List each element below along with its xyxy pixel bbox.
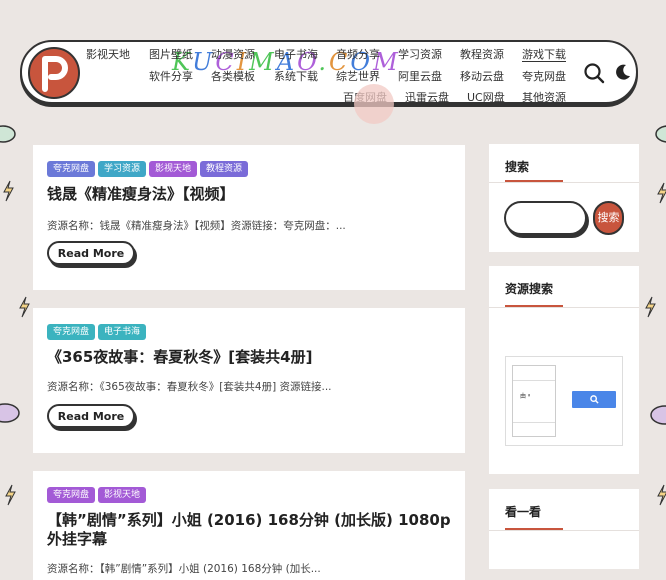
search-icon[interactable] bbox=[583, 62, 605, 84]
nav-item-quark[interactable]: 夸克网盘 bbox=[522, 68, 566, 84]
decorative-circle bbox=[354, 84, 394, 124]
nav-item-audio[interactable]: 音频分享 bbox=[336, 46, 380, 62]
tag-quark[interactable]: 夸克网盘 bbox=[47, 324, 96, 340]
doodle-leaf-right-1 bbox=[655, 125, 666, 143]
doodle-blob-right bbox=[650, 405, 666, 425]
powered-by-text: 由 ᵍ bbox=[520, 393, 531, 400]
tag-tutorial[interactable]: 教程资源 bbox=[200, 161, 249, 177]
widget-title: 资源搜索 bbox=[505, 282, 554, 296]
nav-item-xunlei[interactable]: 迅雷云盘 bbox=[405, 89, 449, 105]
site-header: KUCIMAO.COM 影视天地 图片壁纸 动漫资源 电子书海 音频分享 学习资… bbox=[20, 40, 638, 104]
doodle-bolt-left-1 bbox=[3, 180, 14, 202]
post-title[interactable]: 【韩”剧情”系列】小姐 (2016) 168分钟 (加长版) 1080p 外挂字… bbox=[47, 511, 457, 549]
post-excerpt: 资源名称：《365夜故事：春夏秋冬》[套装共4册] 资源链接... bbox=[47, 381, 332, 393]
nav-item-system[interactable]: 系统下载 bbox=[274, 68, 318, 84]
tag-video[interactable]: 影视天地 bbox=[98, 487, 147, 503]
nav-item-templates[interactable]: 各类模板 bbox=[211, 68, 255, 84]
nav-item-tutorial[interactable]: 教程资源 bbox=[460, 46, 504, 62]
post-excerpt: 资源名称：【韩”剧情”系列】小姐 (2016) 168分钟 (加长... bbox=[47, 563, 321, 575]
widget-divider bbox=[489, 182, 639, 183]
doodle-bolt-right-1 bbox=[657, 182, 666, 204]
read-more-button[interactable]: Read More bbox=[47, 404, 135, 428]
search-button[interactable]: 搜索 bbox=[593, 201, 624, 235]
search-widget: 搜索 搜索 bbox=[489, 144, 639, 252]
widget-title: 看一看 bbox=[505, 505, 542, 519]
read-more-button[interactable]: Read More bbox=[47, 241, 135, 265]
look-widget: 看一看 bbox=[489, 489, 639, 569]
nav-item-video[interactable]: 影视天地 bbox=[86, 46, 130, 62]
doodle-bolt-left-2 bbox=[19, 296, 30, 318]
nav-item-games[interactable]: 游戏下载 bbox=[522, 46, 566, 62]
nav-item-wallpaper[interactable]: 图片壁纸 bbox=[149, 46, 193, 62]
tag-video[interactable]: 影视天地 bbox=[149, 161, 198, 177]
post-title[interactable]: 钱晟《精准瘦身法》【视频】 bbox=[47, 185, 235, 204]
nav-item-ebook[interactable]: 电子书海 bbox=[274, 46, 318, 62]
search-input[interactable] bbox=[504, 201, 587, 235]
nav-item-software[interactable]: 软件分享 bbox=[149, 68, 193, 84]
widget-divider bbox=[489, 530, 639, 531]
custom-search-box: 由 ᵍ bbox=[505, 356, 623, 446]
tag-quark[interactable]: 夸克网盘 bbox=[47, 487, 96, 503]
doodle-bolt-right-2 bbox=[645, 296, 656, 318]
post-card: 夸克网盘 学习资源 影视天地 教程资源 钱晟《精准瘦身法》【视频】 资源名称：钱… bbox=[33, 145, 465, 290]
custom-search-button[interactable] bbox=[572, 391, 616, 408]
resource-search-widget: 资源搜索 由 ᵍ bbox=[489, 266, 639, 474]
post-tags: 夸克网盘 影视天地 bbox=[47, 487, 147, 503]
widget-title: 搜索 bbox=[505, 160, 530, 174]
post-excerpt: 资源名称：钱晟《精准瘦身法》【视频】资源链接：夸克网盘：... bbox=[47, 220, 346, 232]
post-tags: 夸克网盘 电子书海 bbox=[47, 324, 147, 340]
nav-item-other[interactable]: 其他资源 bbox=[522, 89, 566, 105]
nav-item-mobile-cloud[interactable]: 移动云盘 bbox=[460, 68, 504, 84]
custom-search-input[interactable] bbox=[512, 365, 556, 437]
p-logo-icon[interactable] bbox=[28, 47, 80, 99]
doodle-blob-left bbox=[0, 403, 20, 423]
post-tags: 夸克网盘 学习资源 影视天地 教程资源 bbox=[47, 161, 249, 177]
tag-quark[interactable]: 夸克网盘 bbox=[47, 161, 96, 177]
post-title[interactable]: 《365夜故事：春夏秋冬》[套装共4册] bbox=[47, 348, 312, 367]
magnifier-icon bbox=[589, 395, 599, 404]
doodle-bolt-left-3 bbox=[5, 484, 16, 506]
tag-study[interactable]: 学习资源 bbox=[98, 161, 147, 177]
doodle-leaf-left-1 bbox=[0, 125, 16, 143]
nav-item-study[interactable]: 学习资源 bbox=[398, 46, 442, 62]
nav-item-aliyun[interactable]: 阿里云盘 bbox=[398, 68, 442, 84]
tag-ebook[interactable]: 电子书海 bbox=[98, 324, 147, 340]
moon-icon[interactable] bbox=[614, 63, 632, 81]
doodle-bolt-right-3 bbox=[657, 484, 666, 506]
nav-item-variety[interactable]: 综艺世界 bbox=[336, 68, 380, 84]
widget-divider bbox=[489, 307, 639, 308]
post-card: 夸克网盘 影视天地 【韩”剧情”系列】小姐 (2016) 168分钟 (加长版)… bbox=[33, 471, 465, 580]
nav-item-anime[interactable]: 动漫资源 bbox=[211, 46, 255, 62]
nav-item-uc[interactable]: UC网盘 bbox=[467, 89, 505, 105]
post-card: 夸克网盘 电子书海 《365夜故事：春夏秋冬》[套装共4册] 资源名称：《365… bbox=[33, 308, 465, 453]
